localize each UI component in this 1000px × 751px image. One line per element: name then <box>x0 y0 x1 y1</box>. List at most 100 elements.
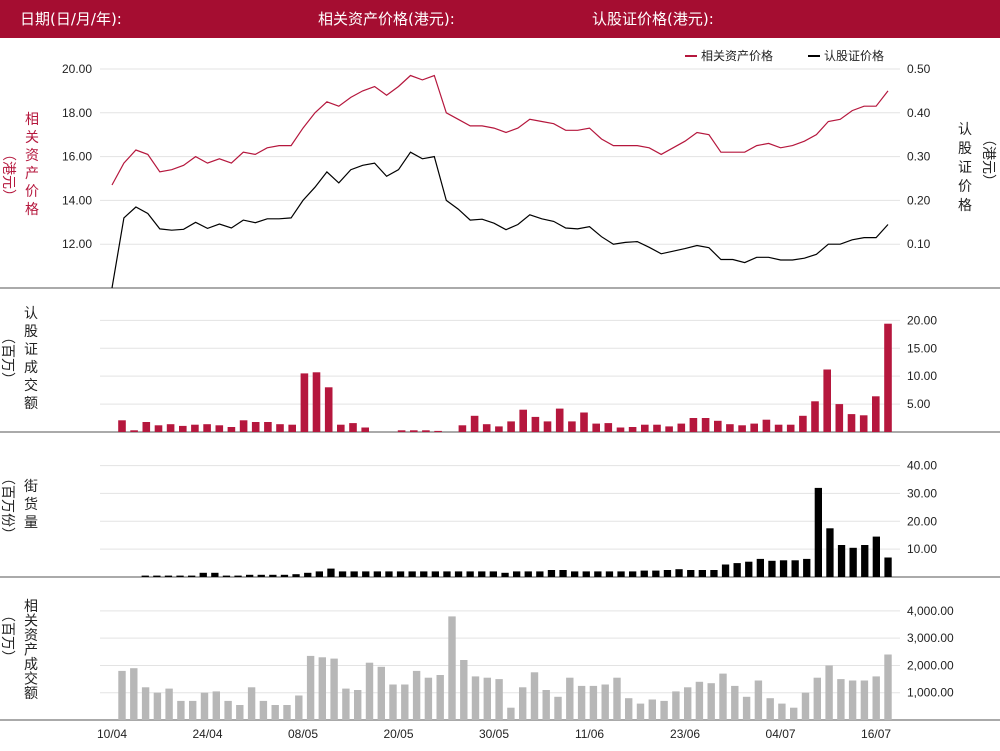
left-axis-title-char: 关 <box>25 130 39 146</box>
bar <box>531 416 540 432</box>
bar <box>813 677 821 720</box>
bar <box>271 705 279 720</box>
bar <box>276 424 284 432</box>
bar <box>698 570 706 577</box>
bar <box>448 616 456 720</box>
bar <box>628 427 637 432</box>
warrant-chart: 12.00 14.00 16.00 18.00 20.00 0.10 0.20 0.30 0.4… <box>0 48 1000 741</box>
bar <box>884 654 892 720</box>
bar <box>754 680 763 720</box>
bar <box>177 700 185 720</box>
right-axis-tick-label: 0.10 <box>907 237 931 251</box>
bar <box>559 570 567 577</box>
bar <box>188 575 196 577</box>
bar <box>684 687 692 720</box>
axis-title-char: 量 <box>24 515 38 531</box>
bar <box>742 696 751 720</box>
bar <box>791 560 799 577</box>
bar <box>203 424 211 432</box>
bar <box>259 700 268 720</box>
axis-title-char: 证 <box>24 342 38 358</box>
bar <box>397 430 406 432</box>
axis-unit: （百万） <box>0 608 15 664</box>
bar <box>354 690 362 720</box>
right-axis-title-char: 格 <box>958 198 972 214</box>
bar <box>695 681 704 720</box>
bar <box>665 426 673 432</box>
bar <box>362 571 370 577</box>
bar <box>837 679 845 720</box>
bar <box>482 424 491 432</box>
bar <box>247 687 256 720</box>
bar <box>165 688 173 720</box>
bar <box>199 572 207 577</box>
bar-axis-tick-label: 5.00 <box>907 397 931 411</box>
bar <box>790 707 798 720</box>
bar <box>884 557 892 577</box>
bar <box>571 571 579 577</box>
right-axis-tick-label: 0.20 <box>907 193 931 207</box>
bar <box>227 427 236 432</box>
x-axis-tick-label: 20/05 <box>384 727 414 741</box>
bar-axis-tick-label: 2,000.00 <box>907 658 954 672</box>
left-axis-title-char: 产 <box>25 166 39 182</box>
bar <box>629 571 637 577</box>
x-axis-tick-label: 10/04 <box>97 727 127 741</box>
bar <box>189 700 197 720</box>
bar <box>589 685 598 720</box>
legend-label-warrant: 认股证价格 <box>824 48 884 63</box>
bar <box>675 569 683 577</box>
x-axis-tick-label: 08/05 <box>288 727 318 741</box>
bar-axis-tick-label: 10.00 <box>907 369 937 383</box>
axis-title-char: 成 <box>24 360 38 376</box>
bar <box>605 571 614 577</box>
bar-axis-tick-label: 20.00 <box>907 514 937 528</box>
bar <box>401 684 409 720</box>
bar <box>513 571 521 577</box>
bar <box>719 673 727 720</box>
bar <box>327 568 335 577</box>
bar <box>264 422 272 432</box>
bar <box>495 426 503 432</box>
bar <box>191 424 199 432</box>
bar <box>738 425 746 432</box>
right-axis-title-char: 认 <box>958 122 972 138</box>
bar <box>434 430 442 432</box>
bar <box>396 571 405 577</box>
bar <box>835 404 844 432</box>
bar <box>677 423 686 432</box>
bar <box>582 571 590 577</box>
bar <box>295 695 303 720</box>
bar <box>554 696 562 720</box>
bar <box>663 570 672 577</box>
bar <box>330 658 338 720</box>
bar <box>410 430 418 432</box>
bar-axis-tick-label: 20.00 <box>907 313 937 327</box>
bar <box>837 545 846 577</box>
bar <box>652 570 660 577</box>
bar <box>762 419 771 432</box>
bar <box>283 705 291 720</box>
bar <box>292 574 300 577</box>
right-axis-tick-label: 0.30 <box>907 150 931 164</box>
bar <box>141 575 149 577</box>
bar <box>641 424 649 432</box>
axis-title-char: 股 <box>24 324 38 340</box>
bar <box>543 421 552 432</box>
bar <box>288 424 296 432</box>
left-axis-title-char: 资 <box>25 148 39 164</box>
bar <box>211 572 219 577</box>
bar <box>315 571 323 577</box>
bar <box>726 424 734 432</box>
left-axis-title-char: 相 <box>25 112 39 128</box>
bar <box>215 425 224 432</box>
x-axis-tick-label: 23/06 <box>670 727 700 741</box>
bar <box>847 414 856 432</box>
bar <box>436 675 444 720</box>
bar-axis-tick-label: 4,000.00 <box>907 604 954 618</box>
bar <box>580 412 588 432</box>
bar <box>594 571 602 577</box>
bar <box>361 427 369 432</box>
left-axis-title-char: 价 <box>25 184 39 200</box>
bar <box>648 699 656 720</box>
